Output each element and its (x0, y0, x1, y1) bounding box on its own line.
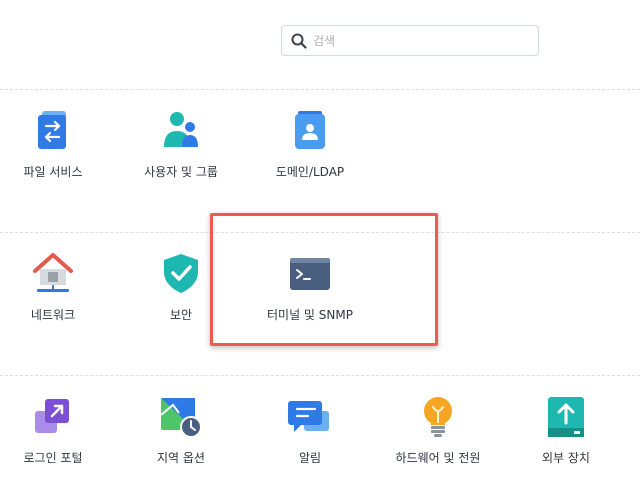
item-label: 파일 서비스 (23, 165, 83, 179)
security-shield-icon (157, 250, 205, 298)
search-box[interactable] (281, 25, 539, 56)
section-divider (0, 375, 640, 376)
item-users-groups[interactable]: 사용자 및 그룹 (121, 105, 241, 205)
item-file-services[interactable]: 파일 서비스 (0, 105, 113, 205)
search-input[interactable] (313, 33, 523, 48)
notification-icon (286, 393, 334, 441)
item-label: 네트워크 (30, 308, 76, 322)
item-label: 보안 (169, 308, 193, 322)
domain-ldap-icon (286, 107, 334, 155)
users-groups-icon (157, 107, 205, 155)
item-label: 도메인/LDAP (275, 165, 345, 179)
item-network[interactable]: 네트워크 (0, 248, 113, 348)
item-label: 알림 (298, 451, 322, 465)
item-label: 사용자 및 그룹 (144, 165, 218, 179)
item-external-devices[interactable]: 외부 장치 (506, 391, 626, 491)
item-label: 지역 옵션 (157, 451, 205, 465)
item-label: 외부 장치 (542, 451, 590, 465)
item-hardware-power[interactable]: 하드웨어 및 전원 (378, 391, 498, 491)
hardware-power-icon (414, 393, 462, 441)
file-services-icon (29, 107, 77, 155)
item-login-portal[interactable]: 로그인 포털 (0, 391, 113, 491)
item-label: 하드웨어 및 전원 (395, 451, 481, 465)
search-icon (291, 33, 307, 49)
login-portal-icon (29, 393, 77, 441)
regional-options-icon (157, 393, 205, 441)
item-domain-ldap[interactable]: 도메인/LDAP (250, 105, 370, 205)
item-notification[interactable]: 알림 (250, 391, 370, 491)
external-devices-icon (542, 393, 590, 441)
item-label: 로그인 포털 (23, 451, 83, 465)
section-divider (0, 89, 640, 90)
network-icon (29, 250, 77, 298)
highlight-box (210, 213, 438, 346)
item-regional-options[interactable]: 지역 옵션 (121, 391, 241, 491)
